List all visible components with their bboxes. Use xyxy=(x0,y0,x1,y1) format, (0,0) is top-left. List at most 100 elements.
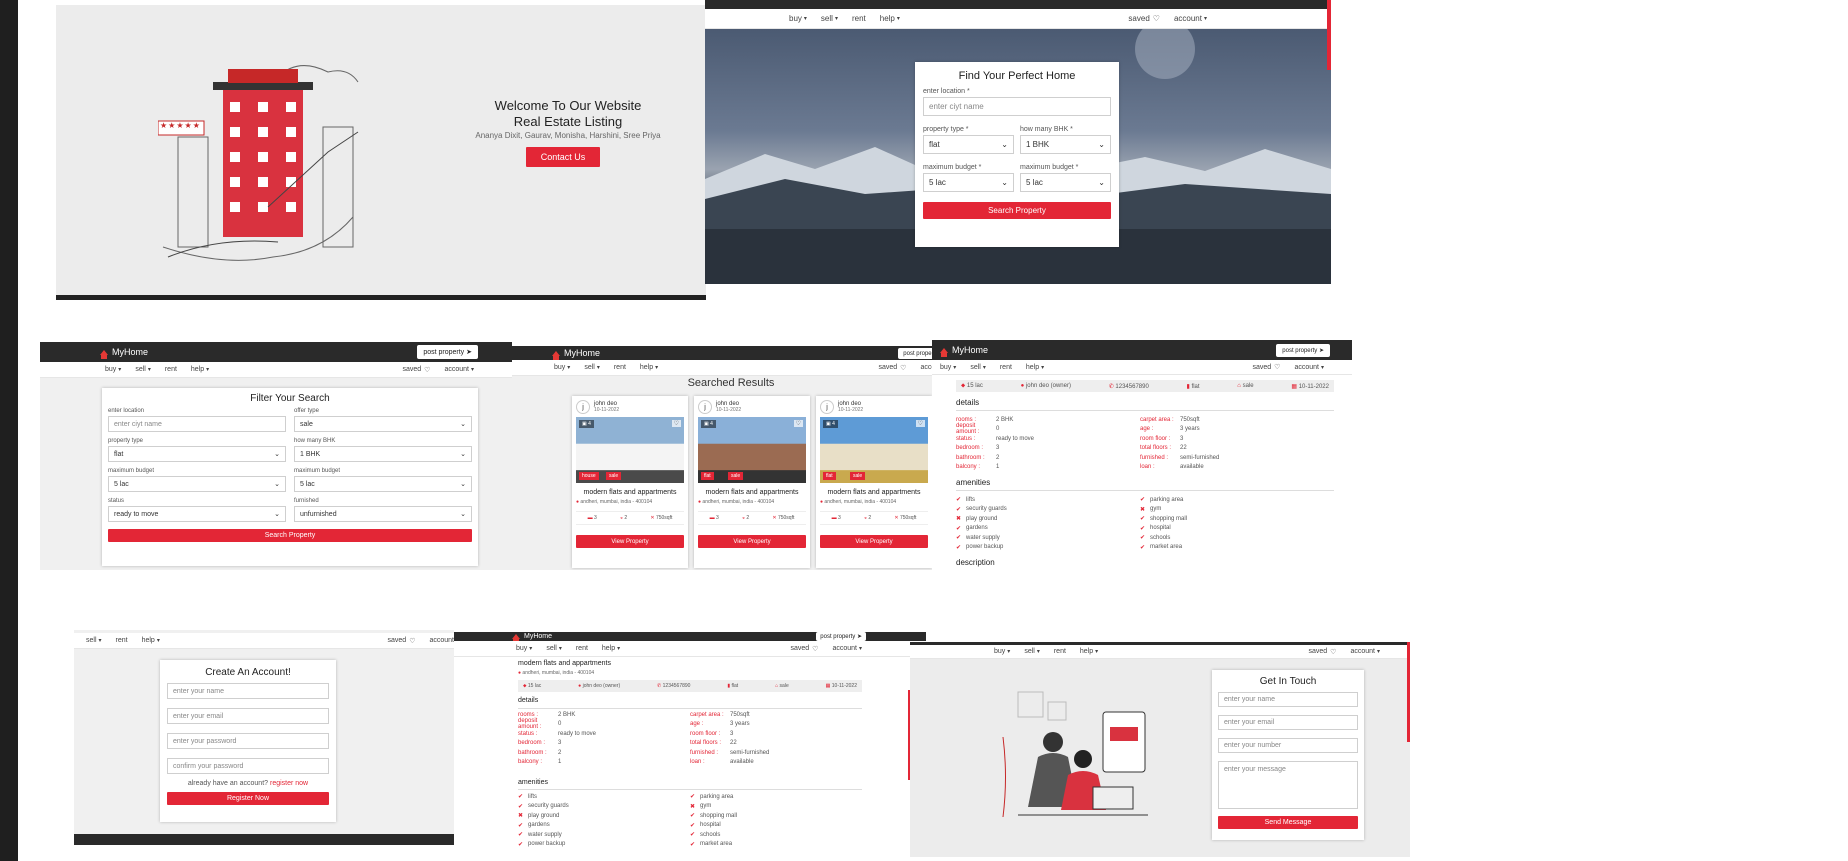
contact-message-textarea[interactable]: enter your message xyxy=(1218,761,1358,809)
nav-sell[interactable]: sell ▾ xyxy=(86,637,102,644)
detail-header: MyHome post property ➤ xyxy=(932,340,1352,360)
scrollbar[interactable] xyxy=(1407,642,1410,742)
amenity-label: security guards xyxy=(966,506,1007,513)
nav-account[interactable]: account▾ xyxy=(1294,364,1324,371)
brand-logo[interactable]: MyHome xyxy=(512,633,552,643)
filter-search-button[interactable]: Search Property xyxy=(108,529,472,542)
date-value: 10-11-2022 xyxy=(1298,383,1329,390)
detail-row: bathroom : 2 xyxy=(518,748,688,758)
status-select[interactable]: ready to move ⌄ xyxy=(108,506,286,522)
ptype-select[interactable]: flat ⌄ xyxy=(108,446,286,462)
hero-bhk-col: how many BHK * 1 BHK ⌄ xyxy=(1020,126,1111,154)
nav-help[interactable]: help ▾ xyxy=(1026,364,1044,371)
nav-help[interactable]: help ▾ xyxy=(640,364,658,371)
nav-rent[interactable]: rent xyxy=(1000,364,1012,371)
heart-icon[interactable]: ♡ xyxy=(915,420,925,427)
nav-saved[interactable]: saved ♡ xyxy=(878,364,906,372)
details-right-list: carpet area :750sqft age :3 years room flo… xyxy=(690,710,860,767)
brand-logo[interactable]: MyHome xyxy=(100,347,148,359)
confirm-password-input[interactable]: confirm your password xyxy=(167,758,329,774)
brand-logo[interactable]: MyHome xyxy=(940,345,988,357)
nav-saved[interactable]: saved ♡ xyxy=(1128,14,1160,23)
view-property-button[interactable]: View Property xyxy=(820,535,928,548)
password-input[interactable]: enter your password xyxy=(167,733,329,749)
post-property-button[interactable]: post property ➤ xyxy=(417,345,478,359)
brand-logo[interactable]: MyHome xyxy=(552,348,600,360)
heart-icon[interactable]: ♡ xyxy=(793,420,803,427)
nav-help[interactable]: help ▾ xyxy=(1080,648,1098,655)
nav-rent[interactable]: rent xyxy=(614,364,626,371)
amenity-item: ✔ hospital xyxy=(690,821,860,831)
nav-account[interactable]: account▾ xyxy=(1174,14,1207,23)
heart-icon[interactable]: ♡ xyxy=(671,420,681,427)
post-property-button[interactable]: post property ➤ xyxy=(1276,343,1330,357)
contact-number-input[interactable]: enter your number xyxy=(1218,738,1358,753)
property-image[interactable]: ▣ 4 ♡ flat sale xyxy=(698,417,806,483)
hero-row-budget: maximum budget * 5 lac ⌄ maximum budget *… xyxy=(923,164,1111,192)
property-card[interactable]: j john deo 10-11-2022 ▣ 4 ♡ flat sale mo… xyxy=(816,396,932,568)
property-type-select[interactable]: flat ⌄ xyxy=(923,135,1014,154)
nav-sell[interactable]: sell ▾ xyxy=(584,364,600,371)
property-card[interactable]: j john deo 10-11-2022 ▣ 4 ♡ flat sale mo… xyxy=(694,396,810,568)
rating-stars: ★★★★★ xyxy=(160,121,201,130)
filter-col-offer: offer type sale ⌄ xyxy=(294,408,472,432)
nav-help[interactable]: help ▾ xyxy=(880,14,900,23)
name-input[interactable]: enter your name xyxy=(167,683,329,699)
bhk-select[interactable]: 1 BHK ⌄ xyxy=(1020,135,1111,154)
hero-search-button[interactable]: Search Property xyxy=(923,202,1111,219)
post-property-button[interactable]: post property ➤ xyxy=(816,632,866,641)
property-image[interactable]: ▣ 4 ♡ flat sale xyxy=(820,417,928,483)
nav-help[interactable]: help ▾ xyxy=(142,637,160,644)
contact-name-input[interactable]: enter your name xyxy=(1218,692,1358,707)
nav-sell[interactable]: sell ▾ xyxy=(1024,648,1040,655)
nav-saved[interactable]: saved ♡ xyxy=(1252,363,1280,372)
nav-buy[interactable]: buy ▾ xyxy=(940,364,956,371)
nav-buy[interactable]: buy ▾ xyxy=(554,364,570,371)
nav-buy[interactable]: buy ▾ xyxy=(789,14,807,23)
nav-sell[interactable]: sell ▾ xyxy=(546,645,562,652)
nav-help[interactable]: help ▾ xyxy=(602,645,620,652)
register-button[interactable]: Register Now xyxy=(167,792,329,805)
nav-sell[interactable]: sell ▾ xyxy=(970,364,986,371)
budget-select-1[interactable]: 5 lac ⌄ xyxy=(923,173,1014,192)
property-card[interactable]: j john deo 10-11-2022 ▣ 4 ♡ house sale m… xyxy=(572,396,688,568)
nav-saved[interactable]: saved ♡ xyxy=(790,645,818,653)
nav-account[interactable]: account▾ xyxy=(444,366,474,373)
furnished-select[interactable]: unfurnished ⌄ xyxy=(294,506,472,522)
check-icon: ✔ xyxy=(1140,516,1146,523)
send-message-button[interactable]: Send Message xyxy=(1218,816,1358,829)
email-input[interactable]: enter your email xyxy=(167,708,329,724)
view-property-button[interactable]: View Property xyxy=(698,535,806,548)
budget-select-2[interactable]: 5 lac ⌄ xyxy=(294,476,472,492)
nav-account[interactable]: account▾ xyxy=(832,645,862,652)
nav-buy[interactable]: buy ▾ xyxy=(105,366,121,373)
nav-buy[interactable]: buy ▾ xyxy=(994,648,1010,655)
user-icon: ● xyxy=(578,683,582,689)
nav-account[interactable]: account▾ xyxy=(1350,648,1380,655)
offer-select[interactable]: sale ⌄ xyxy=(294,416,472,432)
nav-saved[interactable]: saved ♡ xyxy=(388,637,416,645)
contact-us-button[interactable]: Contact Us xyxy=(526,147,600,167)
nav-saved[interactable]: saved ♡ xyxy=(1308,648,1336,656)
register-link[interactable]: register now xyxy=(270,780,308,787)
nav-account[interactable]: account xyxy=(429,637,454,644)
nav-buy[interactable]: buy ▾ xyxy=(516,645,532,652)
nav-saved[interactable]: saved ♡ xyxy=(402,366,430,374)
nav-rent[interactable]: rent xyxy=(852,14,866,23)
nav-rent[interactable]: rent xyxy=(1054,648,1066,655)
nav-rent[interactable]: rent xyxy=(116,637,128,644)
location-input[interactable]: enter ciyt name xyxy=(108,416,286,432)
nav-rent[interactable]: rent xyxy=(576,645,588,652)
scrollbar[interactable] xyxy=(1327,0,1331,70)
bhk-select[interactable]: 1 BHK ⌄ xyxy=(294,446,472,462)
budget-select-1[interactable]: 5 lac ⌄ xyxy=(108,476,286,492)
property-image[interactable]: ▣ 4 ♡ house sale xyxy=(576,417,684,483)
nav-help[interactable]: help ▾ xyxy=(191,366,209,373)
nav-sell[interactable]: sell ▾ xyxy=(135,366,151,373)
nav-sell[interactable]: sell ▾ xyxy=(821,14,838,23)
contact-email-input[interactable]: enter your email xyxy=(1218,715,1358,730)
location-input[interactable]: enter ciyt name xyxy=(923,97,1111,116)
nav-rent[interactable]: rent xyxy=(165,366,177,373)
view-property-button[interactable]: View Property xyxy=(576,535,684,548)
budget-select-2[interactable]: 5 lac ⌄ xyxy=(1020,173,1111,192)
